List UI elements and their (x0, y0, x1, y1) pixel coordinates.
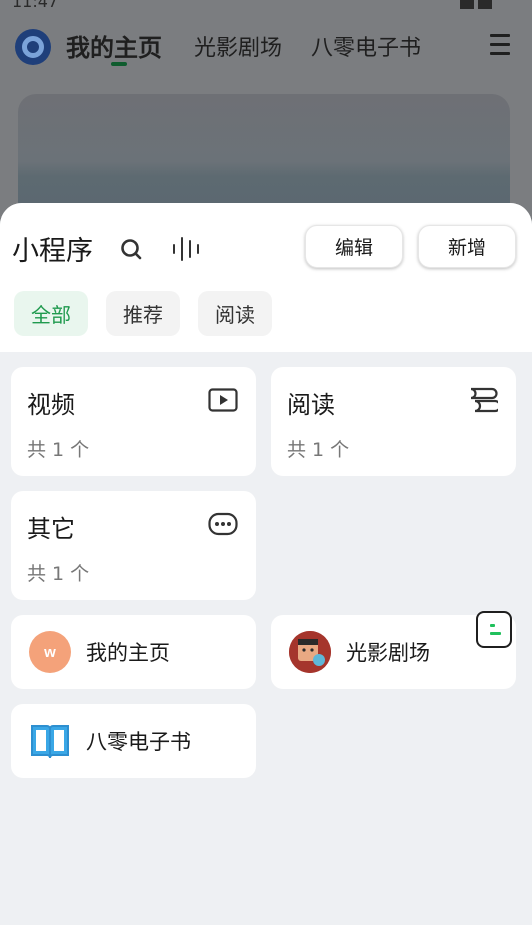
theater-avatar-icon (289, 631, 331, 673)
category-count: 共 1 个 (27, 439, 90, 461)
category-title: 其它 (27, 515, 75, 543)
filter-chip-reading[interactable]: 阅读 (198, 291, 272, 336)
tab-ebook[interactable]: 八零电子书 (311, 30, 421, 62)
status-bar: 11:47 (0, 0, 532, 11)
category-card-video[interactable]: 视频 共 1 个 (11, 367, 256, 476)
play-video-icon (208, 388, 238, 412)
sheet-title: 小程序 (12, 236, 93, 267)
w-avatar-icon: w (29, 631, 71, 673)
app-name: 八零电子书 (86, 730, 191, 754)
app-name: 我的主页 (86, 641, 170, 665)
add-button[interactable]: 新增 (418, 225, 516, 268)
hamburger-menu-icon[interactable] (490, 34, 510, 56)
search-icon[interactable] (120, 238, 142, 260)
category-title: 阅读 (287, 391, 335, 419)
filter-chip-all[interactable]: 全部 (14, 291, 88, 336)
filter-chip-recommend[interactable]: 推荐 (106, 291, 180, 336)
app-card-ebook[interactable]: 八零电子书 (11, 704, 256, 778)
floating-assistant-button[interactable] (476, 611, 512, 648)
edit-button[interactable]: 编辑 (305, 225, 403, 268)
more-dots-icon (208, 512, 238, 536)
tab-my-home[interactable]: 我的主页 (66, 28, 162, 63)
open-book-icon (31, 725, 69, 759)
category-count: 共 1 个 (287, 439, 350, 461)
category-card-reading[interactable]: 阅读 共 1 个 (271, 367, 516, 476)
sheet-header: 小程序 编辑 新增 全部 推荐 阅读 (0, 203, 532, 352)
app-card-my-home[interactable]: w 我的主页 (11, 615, 256, 689)
tab-light-theater[interactable]: 光影剧场 (194, 30, 282, 62)
status-time: 11:47 (12, 0, 59, 11)
category-title: 视频 (27, 391, 75, 419)
app-name: 光影剧场 (346, 641, 430, 665)
top-nav: 我的主页 光影剧场 八零电子书 (0, 22, 532, 68)
svg-text:w: w (43, 644, 56, 661)
mini-program-sheet: 小程序 编辑 新增 全部 推荐 阅读 视频 共 1 个 阅读 共 1 个 其它 … (0, 203, 532, 925)
book-reading-icon (470, 387, 498, 413)
category-card-other[interactable]: 其它 共 1 个 (11, 491, 256, 600)
category-count: 共 1 个 (27, 563, 90, 585)
ring-logo-icon[interactable] (15, 29, 51, 65)
status-icons (456, 0, 496, 9)
voice-wave-icon[interactable] (172, 236, 202, 262)
active-tab-underline (111, 62, 127, 66)
